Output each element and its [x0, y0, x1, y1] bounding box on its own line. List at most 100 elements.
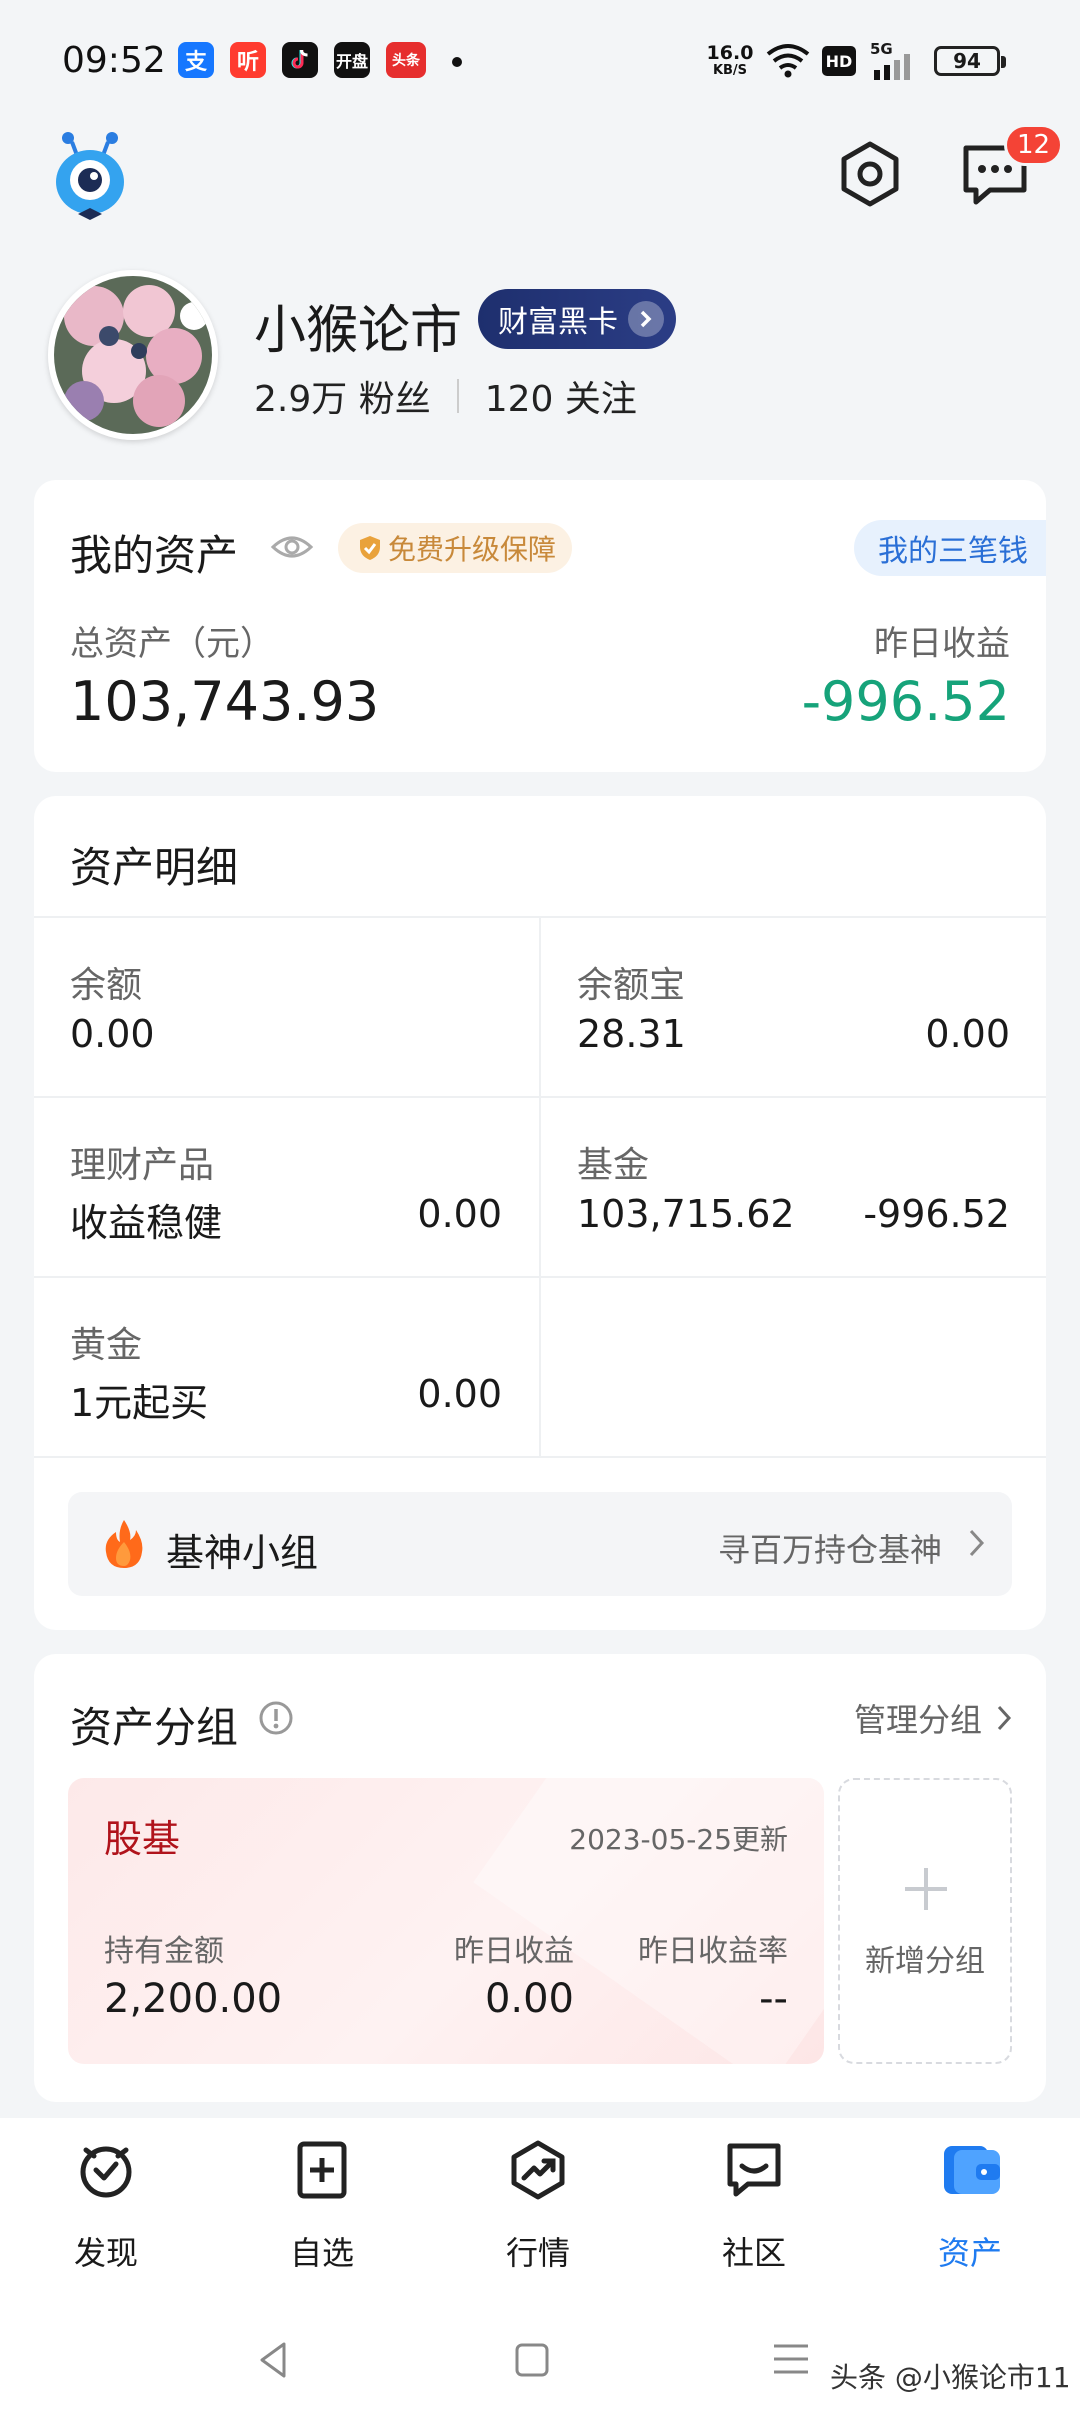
tab-discover[interactable]: 发现 [26, 2140, 186, 2272]
tab-assets-label: 资产 [937, 2234, 1002, 2272]
discover-icon [80, 2146, 132, 2198]
vip-label: 财富黑卡 [498, 305, 618, 340]
my-assets-card: 我的资产 免费升级保障 我的三笔钱 总资产（元） 103,743.93 昨日收益… [34, 480, 1046, 772]
kaipan-icon: 开盘 [334, 42, 370, 78]
username: 小猴论市 [254, 301, 463, 361]
notification-dot [452, 57, 462, 67]
gold-value: 0.00 [417, 1372, 502, 1416]
settings-button[interactable] [836, 140, 904, 208]
fund-god-group-label: 基神小组 [166, 1531, 319, 1575]
fans-count[interactable]: 2.9万 粉丝 [254, 370, 431, 422]
wealth-products-label: 理财产品 [70, 1145, 215, 1186]
tab-market[interactable]: 行情 [458, 2140, 618, 2272]
free-upgrade-badge[interactable]: 免费升级保障 [338, 523, 573, 573]
asset-groups-title: 资产分组 [70, 1703, 239, 1752]
total-assets-label: 总资产（元） [70, 624, 274, 664]
three-money-button[interactable]: 我的三笔钱 [854, 520, 1046, 576]
my-assets-title: 我的资产 [70, 531, 239, 580]
wallet-icon [944, 2146, 1000, 2194]
asset-detail-card: 资产明细 余额 0.00 余额宝 28.31 0.00 理财产品 收益稳健 0.… [34, 796, 1046, 1630]
tab-discover-label: 发现 [73, 2234, 138, 2272]
message-count-badge: 12 [1004, 124, 1064, 166]
tab-community[interactable]: 社区 [674, 2140, 834, 2272]
asset-detail-title: 资产明细 [70, 843, 239, 892]
market-icon [511, 2140, 565, 2200]
status-time: 09:52 [62, 40, 166, 81]
three-money-label: 我的三笔钱 [878, 534, 1028, 569]
add-group-button[interactable]: 新增分组 [838, 1778, 1012, 2064]
battery-indicator: 94 [934, 46, 1006, 76]
following-count[interactable]: 120 关注 [485, 370, 637, 422]
yuebao-label: 余额宝 [577, 965, 686, 1006]
hexagon-settings-icon [841, 141, 899, 207]
gold-cell[interactable]: 黄金 1元起买 0.00 [34, 1278, 538, 1454]
tab-market-label: 行情 [505, 2234, 570, 2272]
avatar[interactable] [48, 270, 218, 440]
shield-icon [360, 536, 380, 560]
fund-god-group-hint: 寻百万持仓基神 [717, 1531, 942, 1569]
mascot-logo[interactable] [48, 128, 132, 224]
gold-sub: 1元起买 [70, 1381, 209, 1425]
status-bar: 09:52 支 听 开盘 头条 16.0 KB/S HD 5G 94 [0, 0, 1080, 120]
holding-amount-value: 2,200.00 [104, 1976, 283, 2022]
net-speed: 16.0 KB/S [706, 42, 754, 79]
group-yesterday-label: 昨日收益 [454, 1934, 574, 1969]
balance-label: 余额 [70, 965, 143, 1006]
tab-community-label: 社区 [721, 2234, 786, 2272]
plus-icon [905, 1868, 947, 1910]
home-icon[interactable] [514, 2342, 550, 2378]
menu-icon[interactable] [772, 2340, 810, 2378]
gold-label: 黄金 [70, 1325, 143, 1366]
chevron-right-icon [997, 1705, 1012, 1731]
alipay-icon: 支 [178, 42, 214, 78]
total-assets-value: 103,743.93 [70, 670, 380, 733]
tab-watchlist[interactable]: 自选 [242, 2140, 402, 2272]
divider [34, 1456, 1046, 1458]
free-upgrade-label: 免费升级保障 [388, 533, 557, 566]
yuebao-amount: 28.31 [577, 1012, 686, 1056]
wealth-products-value: 0.00 [417, 1192, 502, 1236]
toutiao-icon: 头条 [386, 42, 426, 78]
balance-cell[interactable]: 余额 0.00 [34, 918, 538, 1094]
group-tile-stock-fund[interactable]: 股基 2023-05-25更新 持有金额 2,200.00 昨日收益 0.00 … [68, 1778, 824, 2064]
yuebao-cell[interactable]: 余额宝 28.31 0.00 [541, 918, 1046, 1094]
wealth-products-sub: 收益稳健 [70, 1201, 223, 1245]
watermark: 头条 @小猴论市11 [830, 2361, 1071, 2394]
yesterday-earnings-label: 昨日收益 [874, 624, 1010, 664]
group-rate-label: 昨日收益率 [638, 1934, 788, 1969]
tab-assets[interactable]: 资产 [890, 2140, 1050, 2272]
balance-value: 0.00 [70, 1012, 155, 1056]
group-yesterday-value: 0.00 [484, 1976, 574, 2022]
back-icon[interactable] [254, 2340, 294, 2380]
manage-groups-label: 管理分组 [853, 1701, 982, 1739]
divider [456, 379, 459, 413]
eye-icon[interactable] [270, 532, 314, 562]
hd-icon: HD [822, 46, 856, 76]
fund-label: 基金 [577, 1145, 650, 1186]
manage-groups-link[interactable]: 管理分组 [854, 1696, 1012, 1740]
wealth-products-cell[interactable]: 理财产品 收益稳健 0.00 [34, 1098, 538, 1274]
chevron-right-icon [628, 301, 664, 337]
fund-cell[interactable]: 基金 103,715.62 -996.52 [541, 1098, 1046, 1274]
add-group-label: 新增分组 [865, 1944, 985, 1979]
flame-icon [105, 1520, 143, 1568]
group-name: 股基 [104, 1817, 181, 1861]
info-icon[interactable] [258, 1700, 294, 1736]
ting-icon: 听 [230, 42, 266, 78]
fund-god-group-banner[interactable]: 基神小组 寻百万持仓基神 [68, 1492, 1012, 1596]
yesterday-earnings-value: -996.52 [801, 670, 1010, 733]
vip-card-badge[interactable]: 财富黑卡 [478, 289, 676, 349]
wifi-icon [766, 44, 810, 78]
chevron-right-icon [969, 1529, 985, 1557]
group-rate-value: -- [759, 1976, 788, 2022]
group-updated: 2023-05-25更新 [569, 1823, 788, 1856]
signal-icon [874, 54, 910, 80]
fund-amount: 103,715.62 [577, 1192, 795, 1236]
watchlist-icon [297, 2141, 347, 2199]
community-icon [727, 2143, 781, 2197]
asset-groups-card: 资产分组 管理分组 股基 2023-05-25更新 持有金额 2,200.00 … [34, 1654, 1046, 2102]
fund-earnings: -996.52 [863, 1192, 1010, 1236]
tab-watchlist-label: 自选 [289, 2234, 354, 2272]
yuebao-earnings: 0.00 [925, 1012, 1010, 1056]
follow-stats: 2.9万 粉丝 120 关注 [254, 370, 637, 422]
